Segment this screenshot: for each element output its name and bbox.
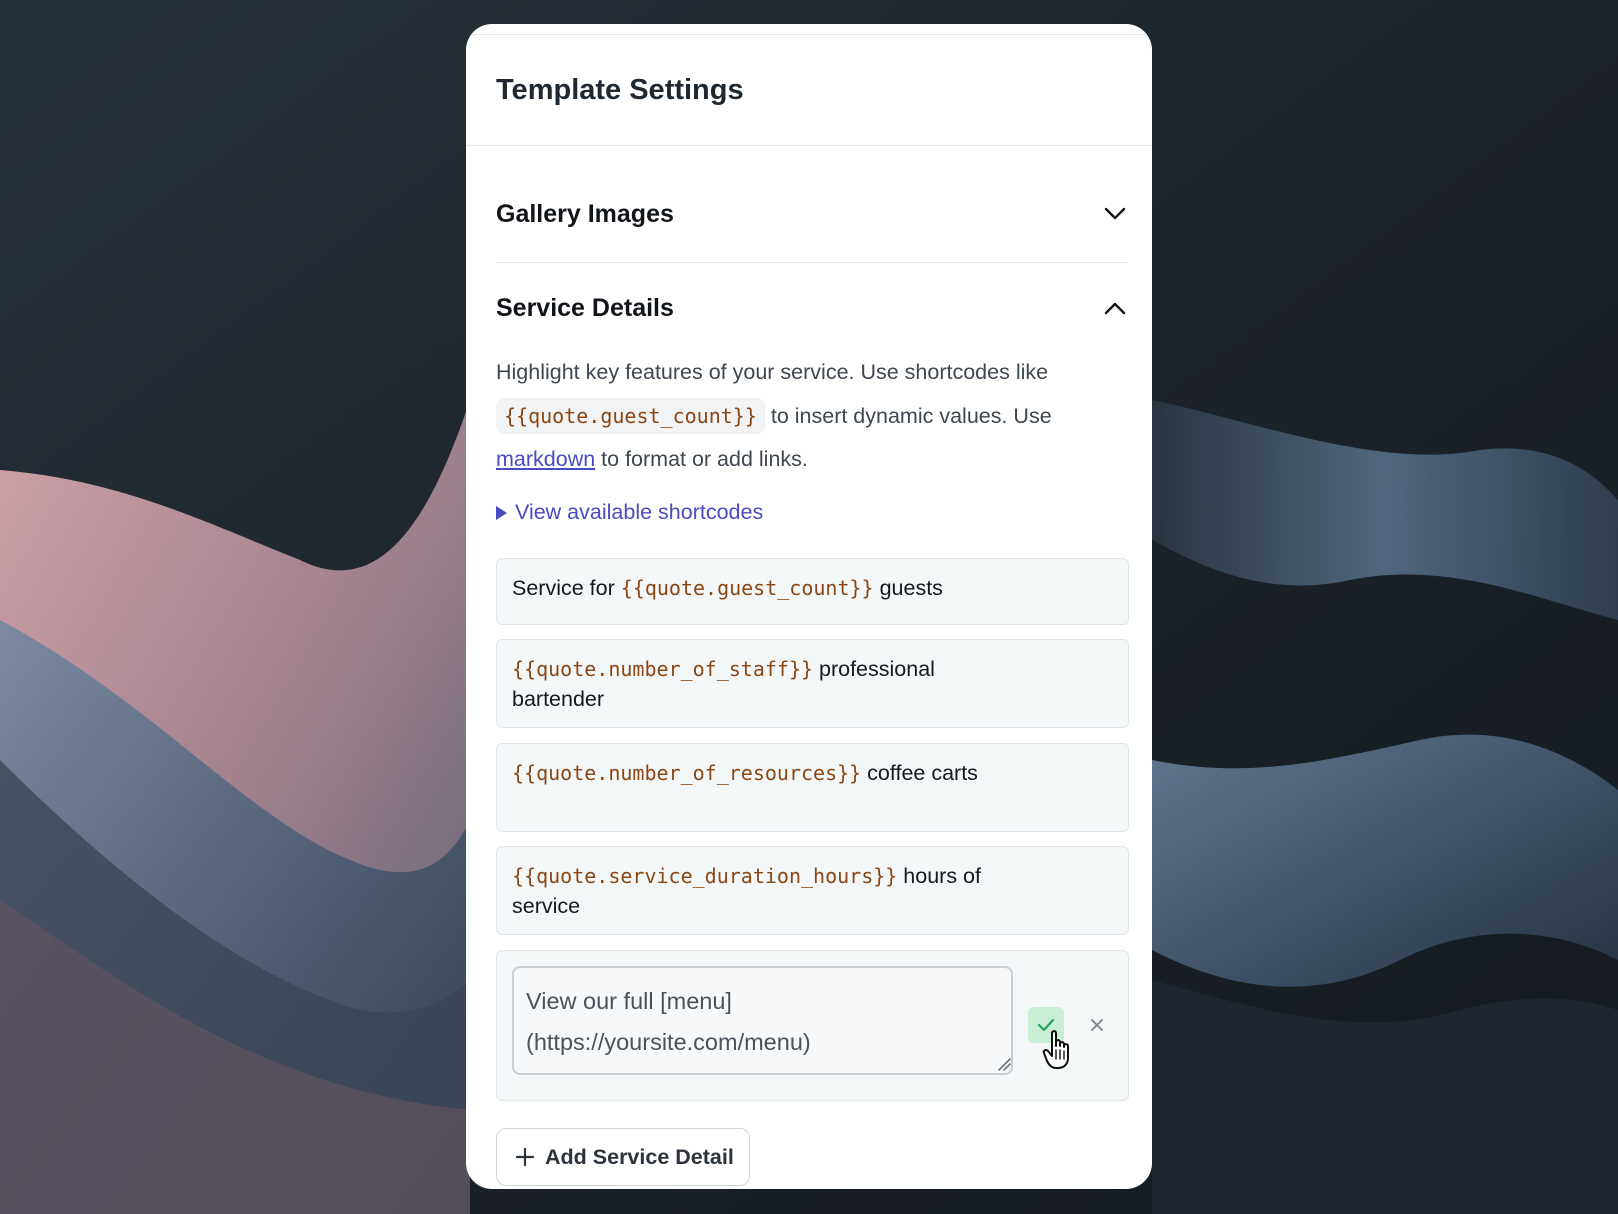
triangle-right-icon xyxy=(496,505,507,520)
panel-title: Template Settings xyxy=(496,74,744,106)
view-shortcodes-toggle[interactable]: View available shortcodes xyxy=(496,500,763,525)
service-details-description: Highlight key features of your service. … xyxy=(496,351,1108,482)
detail-shortcode: {{quote.guest_count}} xyxy=(620,576,874,600)
check-icon xyxy=(1037,1018,1055,1032)
service-detail-item[interactable]: {{quote.service_duration_hours}} hours o… xyxy=(496,846,1129,935)
view-shortcodes-label: View available shortcodes xyxy=(515,500,764,524)
description-text: Highlight key features of your service. … xyxy=(496,360,1049,384)
plus-icon xyxy=(515,1147,535,1167)
close-icon xyxy=(1091,1019,1103,1031)
detail-shortcode: {{quote.number_of_resources}} xyxy=(512,761,862,785)
description-text: to format or add links. xyxy=(595,447,808,471)
detail-shortcode: {{quote.service_duration_hours}} xyxy=(512,864,898,888)
detail-text: Service for xyxy=(512,576,621,600)
description-text: to insert dynamic values. Use xyxy=(764,403,1052,428)
markdown-link[interactable]: markdown xyxy=(496,447,595,471)
confirm-edit-button[interactable] xyxy=(1028,1007,1064,1043)
service-detail-item[interactable]: {{quote.number_of_resources}} coffee car… xyxy=(496,743,1129,832)
shortcode-chip: {{quote.guest_count}} xyxy=(496,397,765,434)
service-detail-item[interactable]: Service for {{quote.guest_count}} guests xyxy=(496,558,1129,625)
add-service-detail-label: Add Service Detail xyxy=(545,1144,734,1169)
template-settings-panel: Template Settings Gallery Images Service… xyxy=(466,24,1152,1189)
detail-text: coffee carts xyxy=(861,761,978,785)
chevron-up-icon xyxy=(1102,295,1128,321)
detail-text: guests xyxy=(873,576,943,600)
panel-header: Template Settings xyxy=(466,35,1152,146)
gallery-images-title: Gallery Images xyxy=(496,199,674,228)
service-detail-textarea[interactable] xyxy=(512,966,1013,1075)
service-detail-edit-row xyxy=(496,950,1129,1101)
detail-shortcode: {{quote.number_of_staff}} xyxy=(512,657,814,681)
chevron-down-icon xyxy=(1102,201,1128,227)
service-detail-item[interactable]: {{quote.number_of_staff}} professional b… xyxy=(496,639,1129,728)
resize-handle-icon[interactable] xyxy=(997,1057,1011,1071)
add-service-detail-button[interactable]: Add Service Detail xyxy=(496,1128,750,1186)
section-divider xyxy=(496,262,1128,263)
service-details-section-header[interactable]: Service Details xyxy=(496,278,1128,338)
service-details-title: Service Details xyxy=(496,293,674,322)
gallery-images-section-header[interactable]: Gallery Images xyxy=(496,184,1128,244)
cancel-edit-button[interactable] xyxy=(1083,1011,1111,1039)
